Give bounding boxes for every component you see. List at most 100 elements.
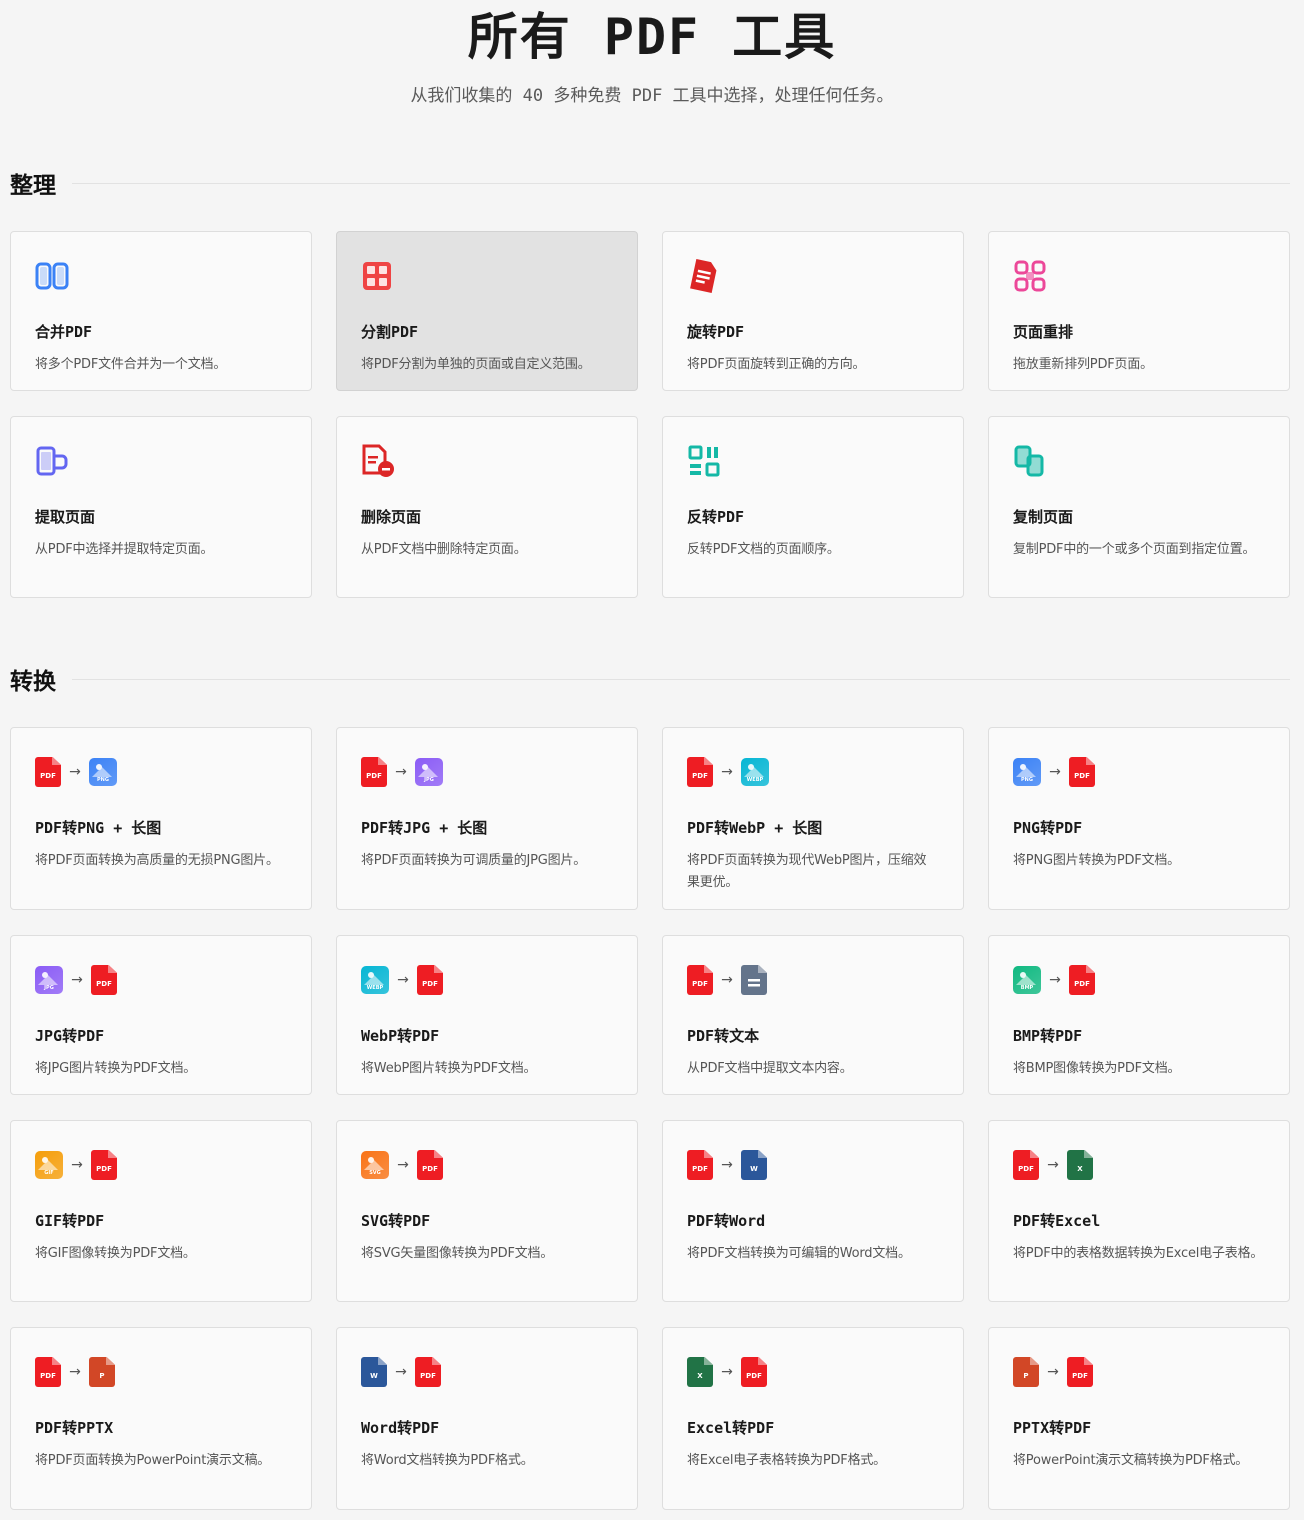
tool-title: 删除页面	[361, 508, 422, 526]
tool-title: PNG转PDF	[1013, 819, 1083, 837]
tool-card[interactable]: 合并PDF 将多个PDF文件合并为一个文档。	[10, 231, 312, 391]
tool-title: WebP转PDF	[361, 1027, 440, 1045]
arrow-right-icon: →	[1049, 764, 1061, 780]
tool-card[interactable]: 反转PDF 反转PDF文档的页面顺序。	[662, 416, 964, 598]
conversion-icon: PDF → PNG	[35, 752, 287, 792]
arrow-right-icon: →	[71, 1157, 83, 1173]
arrow-right-icon: →	[721, 764, 733, 780]
tool-title: JPG转PDF	[35, 1027, 105, 1045]
tool-card[interactable]: W → PDF Word转PDF 将Word文档转换为PDF格式。	[336, 1327, 638, 1510]
format-label: PDF	[692, 980, 708, 988]
format-label: PDF	[692, 1165, 708, 1173]
tool-description: 复制PDF中的一个或多个页面到指定位置。	[1013, 542, 1256, 557]
format-label: JPG	[44, 985, 54, 991]
tool-description: 将PDF页面转换为可调质量的JPG图片。	[361, 853, 587, 868]
tool-title: Excel转PDF	[687, 1419, 775, 1437]
format-label: X	[1077, 1165, 1083, 1173]
pdf-file-icon: PDF	[417, 1150, 443, 1180]
tool-description: 将PDF页面转换为PowerPoint演示文稿。	[35, 1453, 271, 1468]
delete-page-icon	[361, 441, 613, 481]
tool-card[interactable]: 页面重排 拖放重新排列PDF页面。	[988, 231, 1290, 391]
section-divider	[72, 182, 1290, 184]
format-label: PDF	[692, 772, 708, 780]
tool-card[interactable]: PDF → PDF转文本 从PDF文档中提取文本内容。	[662, 935, 964, 1095]
conversion-icon: PDF →	[687, 960, 939, 1000]
tool-card[interactable]: PNG → PDF PNG转PDF 将PNG图片转换为PDF文档。	[988, 727, 1290, 910]
format-label: P	[99, 1372, 105, 1380]
tool-card[interactable]: 提取页面 从PDF中选择并提取特定页面。	[10, 416, 312, 598]
tool-card[interactable]: GIF → PDF GIF转PDF 将GIF图像转换为PDF文档。	[10, 1120, 312, 1302]
pdf-file-icon: PDF	[1069, 757, 1095, 787]
powerpoint-file-icon: P	[1013, 1357, 1039, 1387]
tool-card[interactable]: 删除页面 从PDF文档中删除特定页面。	[336, 416, 638, 598]
tool-card[interactable]: PDF → X PDF转Excel 将PDF中的表格数据转换为Excel电子表格。	[988, 1120, 1290, 1302]
tool-description: 将SVG矢量图像转换为PDF文档。	[361, 1246, 554, 1261]
tool-card[interactable]: PDF → W PDF转Word 将PDF文档转换为可编辑的Word文档。	[662, 1120, 964, 1302]
tool-description: 将PDF中的表格数据转换为Excel电子表格。	[1013, 1246, 1264, 1261]
arrow-right-icon: →	[395, 1364, 407, 1380]
tool-card[interactable]: 分割PDF 将PDF分割为单独的页面或自定义范围。	[336, 231, 638, 391]
tool-card[interactable]: 旋转PDF 将PDF页面旋转到正确的方向。	[662, 231, 964, 391]
tool-card[interactable]: SVG → PDF SVG转PDF 将SVG矢量图像转换为PDF文档。	[336, 1120, 638, 1302]
text-file-icon	[741, 965, 767, 995]
format-label: W	[750, 1165, 758, 1173]
tool-card[interactable]: JPG → PDF JPG转PDF 将JPG图片转换为PDF文档。	[10, 935, 312, 1095]
tool-card[interactable]: 复制页面 复制PDF中的一个或多个页面到指定位置。	[988, 416, 1290, 598]
tool-card[interactable]: PDF → P PDF转PPTX 将PDF页面转换为PowerPoint演示文稿。	[10, 1327, 312, 1510]
tool-title: 反转PDF	[687, 508, 745, 526]
tool-card[interactable]: BMP → PDF BMP转PDF 将BMP图像转换为PDF文档。	[988, 935, 1290, 1095]
format-label: PDF	[40, 1372, 56, 1380]
tool-description: 将JPG图片转换为PDF文档。	[35, 1061, 197, 1076]
format-label: JPG	[424, 777, 434, 783]
conversion-icon: JPG → PDF	[35, 960, 287, 1000]
tool-title: PDF转Word	[687, 1212, 766, 1230]
section-header-convert: 转换	[10, 662, 1290, 696]
tool-card[interactable]: PDF → WEBP PDF转WebP + 长图 将PDF页面转换为现代WebP图片，压…	[662, 727, 964, 910]
pdf-file-icon: PDF	[91, 1150, 117, 1180]
powerpoint-file-icon: P	[89, 1357, 115, 1387]
jpg-image-icon: JPG	[415, 758, 443, 786]
excel-file-icon: X	[687, 1357, 713, 1387]
tool-title: PDF转PNG + 长图	[35, 819, 162, 837]
tool-card[interactable]: P → PDF PPTX转PDF 将PowerPoint演示文稿转换为PDF格式。	[988, 1327, 1290, 1510]
conversion-icon: PDF → JPG	[361, 752, 613, 792]
tool-card[interactable]: X → PDF Excel转PDF 将Excel电子表格转换为PDF格式。	[662, 1327, 964, 1510]
png-image-icon: PNG	[89, 758, 117, 786]
arrow-right-icon: →	[721, 1157, 733, 1173]
tool-title: 旋转PDF	[687, 323, 745, 341]
tool-title: SVG转PDF	[361, 1212, 431, 1230]
arrow-right-icon: →	[395, 764, 407, 780]
section-title: 转换	[10, 669, 56, 695]
arrow-right-icon: →	[397, 972, 409, 988]
tool-description: 将WebP图片转换为PDF文档。	[361, 1061, 537, 1076]
format-label: SVG	[369, 1170, 381, 1176]
conversion-icon: WEBP → PDF	[361, 960, 613, 1000]
tool-title: GIF转PDF	[35, 1212, 105, 1230]
arrow-right-icon: →	[397, 1157, 409, 1173]
reverse-icon	[687, 441, 939, 481]
tool-description: 将PDF页面旋转到正确的方向。	[687, 357, 866, 372]
tool-card[interactable]: PDF → JPG PDF转JPG + 长图 将PDF页面转换为可调质量的JPG图片。	[336, 727, 638, 910]
webp-image-icon: WEBP	[741, 758, 769, 786]
tool-description: 将PDF页面转换为现代WebP图片，压缩效果更优。	[687, 853, 927, 890]
tool-title: 分割PDF	[361, 323, 419, 341]
format-label: BMP	[1020, 985, 1034, 991]
tool-title: BMP转PDF	[1013, 1027, 1083, 1045]
split-icon	[361, 256, 613, 296]
conversion-icon: PDF → W	[687, 1145, 939, 1185]
arrow-right-icon: →	[1047, 1157, 1059, 1173]
tool-title: 页面重排	[1013, 323, 1074, 341]
webp-image-icon: WEBP	[361, 966, 389, 994]
pdf-file-icon: PDF	[35, 1357, 61, 1387]
tool-title: Word转PDF	[361, 1419, 440, 1437]
tool-title: PDF转PPTX	[35, 1419, 114, 1437]
format-label: P	[1023, 1372, 1029, 1380]
section-header-organize: 整理	[10, 166, 1290, 200]
pdf-file-icon: PDF	[687, 965, 713, 995]
tool-card[interactable]: WEBP → PDF WebP转PDF 将WebP图片转换为PDF文档。	[336, 935, 638, 1095]
conversion-icon: SVG → PDF	[361, 1145, 613, 1185]
tool-card[interactable]: PDF → PNG PDF转PNG + 长图 将PDF页面转换为高质量的无损PNG图片。	[10, 727, 312, 910]
bmp-image-icon: BMP	[1013, 966, 1041, 994]
format-label: PDF	[96, 980, 112, 988]
arrow-right-icon: →	[71, 972, 83, 988]
